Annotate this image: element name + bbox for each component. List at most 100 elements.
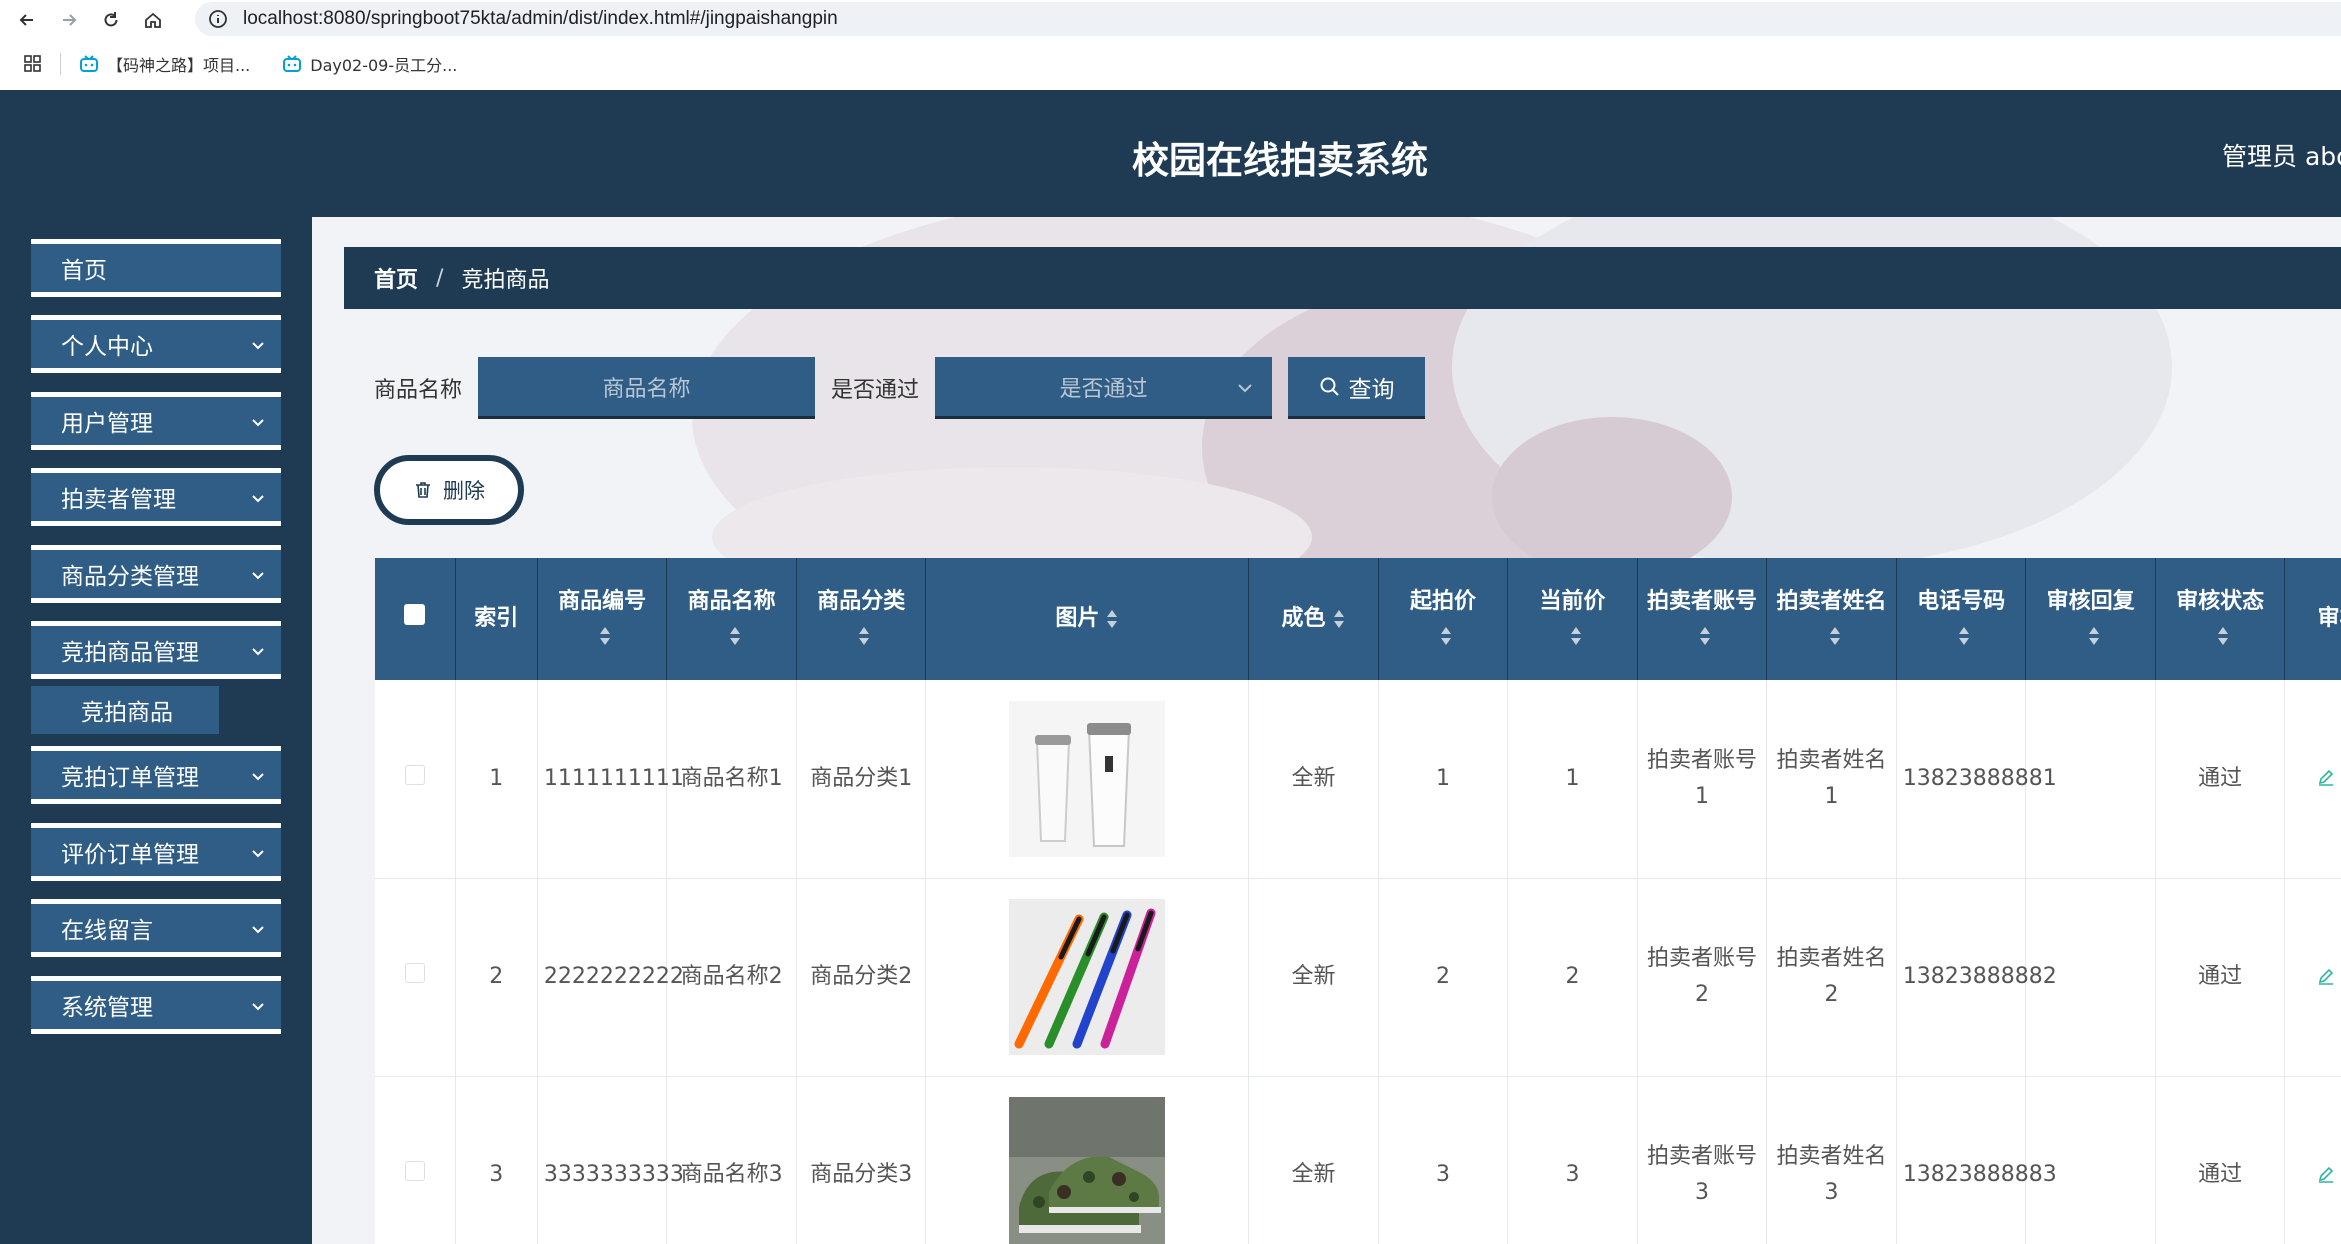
app-header: 校园在线拍卖系统 管理员 abo — [0, 90, 2341, 217]
home-icon[interactable] — [138, 5, 168, 35]
column-header[interactable]: 审核状态 — [2155, 558, 2286, 680]
table-row: 1 1111111111 商品名称1 商品分类1 全新 1 1 拍卖者账号1 拍… — [375, 680, 2341, 879]
column-header[interactable]: 商品编号 — [537, 558, 668, 680]
column-header[interactable]: 商品分类 — [796, 558, 927, 680]
row-checkbox-cell[interactable] — [375, 680, 456, 879]
sidebar-item-auction-goods-management[interactable]: 竞拍商品管理 — [31, 621, 281, 679]
forward-icon[interactable] — [54, 5, 84, 35]
url-text[interactable]: localhost:8080/springboot75kta/admin/dis… — [243, 8, 838, 30]
bookmark-item[interactable]: 【码神之路】项目... — [79, 52, 250, 76]
breadcrumb-current: 竞拍商品 — [461, 268, 550, 293]
row-checkbox-cell[interactable] — [375, 1076, 456, 1244]
bookmark-item[interactable]: Day02-09-员工分... — [282, 52, 457, 76]
phone-cell: 13823888881 — [1896, 680, 2057, 879]
condition-cell: 全新 — [1248, 878, 1379, 1077]
sidebar-item-label: 首页 — [61, 258, 107, 284]
select-placeholder: 是否通过 — [1059, 376, 1148, 402]
sidebar-item-category-management[interactable]: 商品分类管理 — [31, 545, 281, 603]
chevron-down-icon — [252, 495, 264, 503]
index-cell: 2 — [455, 878, 538, 1077]
query-button[interactable]: 查询 — [1288, 357, 1426, 419]
current-price-cell: 3 — [1507, 1076, 1638, 1244]
sidebar: 首页 个人中心 用户管理 拍卖者管理 商品分类管理 竞拍商品管理 竞拍商品 竞拍… — [0, 217, 312, 1244]
name-cell: 商品名称2 — [666, 878, 797, 1077]
address-bar[interactable]: localhost:8080/springboot75kta/admin/dis… — [195, 2, 2341, 36]
sidebar-item-review-management[interactable]: 评价订单管理 — [31, 823, 281, 881]
query-button-label: 查询 — [1348, 376, 1395, 403]
column-header[interactable]: 起拍价 — [1378, 558, 1509, 680]
pass-status-select[interactable]: 是否通过 — [935, 357, 1273, 419]
index-cell: 3 — [455, 1076, 538, 1244]
select-all-checkbox[interactable] — [404, 604, 426, 625]
column-header[interactable]: 图片 — [925, 558, 1250, 680]
sidebar-item-personal-center[interactable]: 个人中心 — [31, 315, 281, 373]
column-header[interactable]: 审核回复 — [2025, 558, 2156, 680]
sidebar-item-label: 商品分类管理 — [61, 564, 199, 590]
product-name-input[interactable]: 商品名称 — [478, 357, 816, 419]
row-checkbox[interactable] — [404, 1161, 425, 1181]
sort-icon — [729, 627, 740, 645]
sidebar-item-label: 用户管理 — [61, 411, 153, 437]
shoes-image[interactable] — [1009, 1097, 1166, 1244]
sidebar-item-seller-management[interactable]: 拍卖者管理 — [31, 468, 281, 526]
sidebar-item-messages[interactable]: 在线留言 — [31, 899, 281, 957]
column-header[interactable]: 当前价 — [1507, 558, 1638, 680]
audit-button[interactable]: 审核 — [2317, 1156, 2341, 1192]
sidebar-item-user-management[interactable]: 用户管理 — [31, 392, 281, 450]
sort-icon — [1333, 610, 1344, 628]
delete-button[interactable]: 删除 — [374, 455, 524, 525]
delete-button-label: 删除 — [443, 479, 485, 503]
sort-icon — [859, 627, 870, 645]
sort-icon — [1441, 627, 1451, 645]
sidebar-item-label: 评价订单管理 — [61, 842, 199, 868]
reload-icon[interactable] — [96, 5, 126, 35]
column-header[interactable]: 商品名称 — [666, 558, 797, 680]
breadcrumb-home[interactable]: 首页 — [374, 262, 418, 294]
row-checkbox[interactable] — [404, 764, 425, 785]
bookmarks-bar: 【码神之路】项目... Day02-09-员工分... — [0, 39, 2341, 89]
sidebar-item-system-management[interactable]: 系统管理 — [31, 976, 281, 1034]
sidebar-item-order-management[interactable]: 竞拍订单管理 — [31, 746, 281, 804]
sidebar-item-label: 竞拍订单管理 — [61, 765, 199, 791]
audit-button[interactable]: 审核 — [2317, 759, 2341, 795]
name-cell: 商品名称3 — [666, 1076, 797, 1244]
bookmark-divider — [60, 53, 61, 75]
chevron-down-icon — [252, 342, 264, 350]
row-checkbox[interactable] — [404, 963, 425, 983]
phone-cell: 13823888883 — [1896, 1076, 2057, 1244]
toothbrush-image[interactable] — [1009, 899, 1166, 1055]
sort-icon — [1570, 627, 1581, 645]
action-cell: 审核 — [2284, 1076, 2341, 1244]
column-header[interactable]: 电话号码 — [1896, 558, 2027, 680]
column-header[interactable]: 拍卖者姓名 — [1766, 558, 1897, 680]
table-header-row: 索引 商品编号 商品名称 商品分类 图片 成色 起拍价 当前价 拍卖者账号 拍卖… — [375, 558, 2341, 680]
category-cell: 商品分类3 — [796, 1076, 927, 1244]
sidebar-item-label: 系统管理 — [61, 995, 153, 1021]
admin-user-label[interactable]: 管理员 abo — [2222, 137, 2341, 173]
name-cell: 商品名称1 — [666, 680, 797, 879]
select-all-header[interactable] — [375, 558, 456, 680]
column-header[interactable]: 成色 — [1248, 558, 1379, 680]
back-icon[interactable] — [12, 5, 42, 35]
seller-cell: 拍卖者姓名2 — [1766, 878, 1897, 1077]
sort-icon — [2218, 627, 2229, 645]
search-icon — [1320, 377, 1339, 396]
account-cell: 拍卖者账号2 — [1637, 878, 1768, 1077]
sidebar-item-label: 个人中心 — [61, 334, 153, 360]
sidebar-item-home[interactable]: 首页 — [31, 239, 281, 297]
category-cell: 商品分类2 — [796, 878, 927, 1077]
name-label: 商品名称 — [374, 378, 463, 403]
column-header[interactable]: 拍卖者账号 — [1637, 558, 1768, 680]
sort-icon — [1959, 627, 1970, 645]
sidebar-subitem-auction-goods[interactable]: 竞拍商品 — [31, 686, 219, 734]
column-header[interactable]: 审核 — [2284, 558, 2341, 680]
row-checkbox-cell[interactable] — [375, 878, 456, 1077]
chevron-down-icon — [252, 1003, 264, 1011]
app-title: 校园在线拍卖系统 — [1132, 139, 1428, 182]
info-icon[interactable] — [207, 8, 229, 30]
audit-button[interactable]: 审核 — [2317, 958, 2341, 994]
apps-icon[interactable] — [24, 55, 42, 73]
condition-cell: 全新 — [1248, 680, 1379, 879]
cups-image[interactable] — [1009, 700, 1166, 857]
status-cell: 通过 — [2155, 1076, 2286, 1244]
